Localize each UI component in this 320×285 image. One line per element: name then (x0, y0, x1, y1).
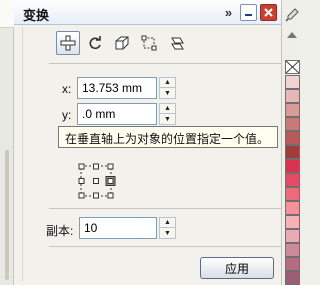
color-swatch[interactable] (285, 89, 300, 103)
x-label: x: (62, 82, 72, 96)
copies-label: 副本: (46, 224, 74, 238)
y-label: y: (62, 108, 72, 122)
color-swatch[interactable] (285, 201, 300, 215)
size-icon (141, 35, 157, 51)
apply-button[interactable]: 应用 (200, 257, 274, 279)
scale-tool-button[interactable] (110, 31, 134, 55)
anchor-point-grid[interactable] (77, 162, 133, 204)
color-swatch[interactable] (285, 257, 300, 271)
left-window-corner (0, 0, 14, 28)
color-swatch[interactable] (285, 117, 300, 131)
toolbar-divider (49, 63, 281, 64)
position-tool-button[interactable] (56, 31, 80, 55)
color-swatch[interactable] (285, 131, 300, 145)
copies-field[interactable]: 10 (79, 217, 157, 239)
docker-title: 变换 (23, 8, 50, 23)
x-spin-down-icon[interactable]: ▼ (160, 88, 175, 98)
x-spin-up-icon[interactable]: ▲ (160, 78, 175, 88)
color-swatch[interactable] (285, 187, 300, 201)
left-scrollbar[interactable] (5, 150, 9, 280)
x-position-field[interactable]: 13.753 mm (77, 77, 157, 99)
eyedropper-icon[interactable] (285, 8, 299, 22)
copies-spin-up-icon[interactable]: ▲ (160, 218, 175, 228)
minimize-icon (245, 14, 252, 16)
color-palette (281, 0, 301, 285)
docker-titlebar: 变换 » (14, 0, 281, 25)
minimize-button[interactable] (240, 4, 257, 21)
color-swatch[interactable] (285, 103, 300, 117)
move-cross-icon (60, 35, 76, 51)
rotate-tool-button[interactable] (83, 31, 107, 55)
no-color-icon (285, 60, 300, 74)
copies-spin-down-icon[interactable]: ▼ (160, 228, 175, 238)
scale-box-icon (115, 36, 129, 50)
color-swatch[interactable] (285, 75, 300, 89)
skew-tool-button[interactable] (164, 31, 188, 55)
y-spinner[interactable]: ▲ ▼ (159, 103, 176, 125)
y-spin-down-icon[interactable]: ▼ (160, 114, 175, 124)
color-swatch[interactable] (285, 215, 300, 229)
size-tool-button[interactable] (137, 31, 161, 55)
color-swatch[interactable] (285, 173, 300, 187)
tooltip: 在垂直轴上为对象的位置指定一个值。 (58, 126, 278, 148)
copies-divider (49, 208, 281, 209)
left-window-edge (0, 0, 14, 285)
no-color-swatch[interactable] (285, 60, 300, 74)
close-icon (264, 8, 273, 17)
copies-spinner[interactable]: ▲ ▼ (159, 217, 176, 239)
color-swatch[interactable] (285, 271, 300, 285)
palette-header (282, 0, 302, 60)
color-swatch[interactable] (285, 159, 300, 173)
y-spin-up-icon[interactable]: ▲ (160, 104, 175, 114)
y-position-field[interactable]: .0 mm (77, 103, 157, 125)
color-swatch[interactable] (285, 145, 300, 159)
x-spinner[interactable]: ▲ ▼ (159, 77, 176, 99)
transform-toolbar (56, 31, 188, 57)
palette-scroll-up-icon[interactable] (285, 30, 299, 40)
color-swatch[interactable] (285, 243, 300, 257)
apply-divider (49, 246, 281, 247)
color-swatch[interactable] (285, 229, 300, 243)
skew-icon (171, 37, 184, 50)
more-options-button[interactable]: » (220, 4, 237, 21)
rotate-icon (89, 36, 101, 50)
close-button[interactable] (260, 4, 277, 21)
docker-content: x: 13.753 mm ▲ ▼ y: .0 mm ▲ ▼ 副本: 10 ▲ ▼… (22, 27, 281, 281)
